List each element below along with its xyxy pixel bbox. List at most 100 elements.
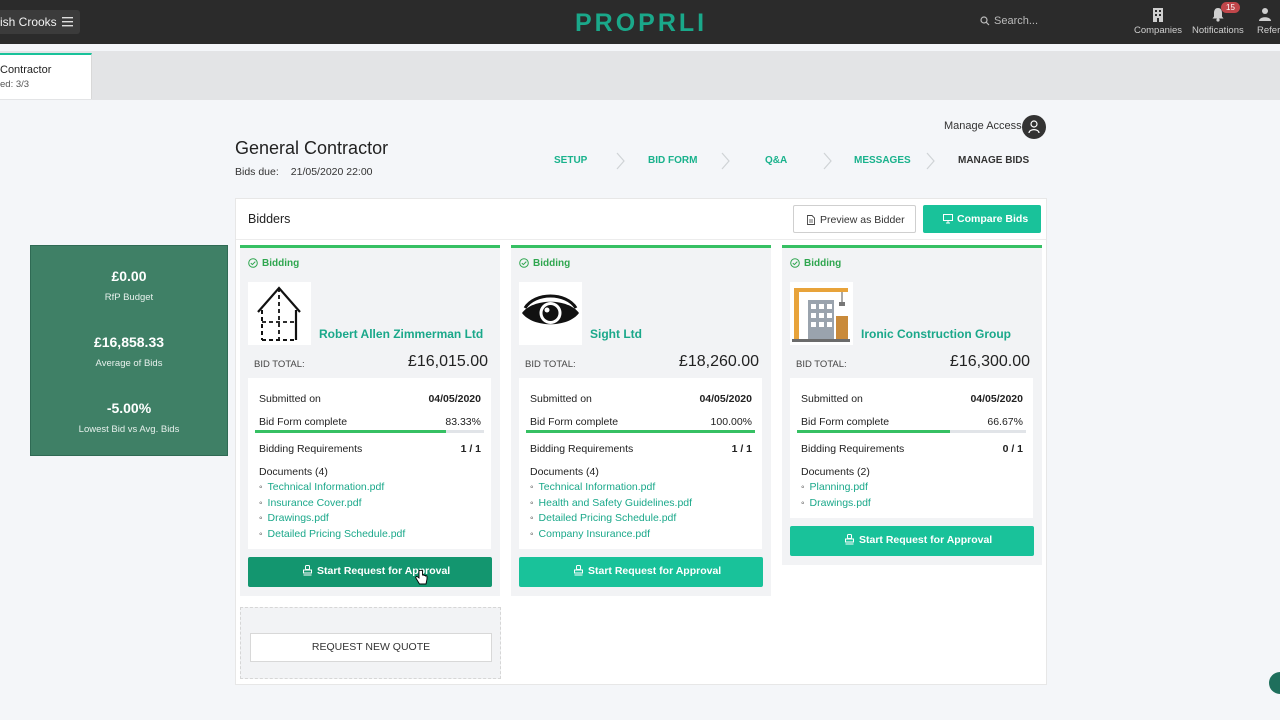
rfp-tab-general-contractor[interactable]: Contractor ed: 3/3 (0, 53, 92, 99)
documents-heading: Documents (4) (530, 466, 599, 478)
documents-heading: Documents (2) (801, 466, 870, 478)
submitted-row: Submitted on 04/05/2020 (801, 393, 1023, 405)
average-of-bids-label: Average of Bids (95, 358, 163, 369)
requirements-label: Bidding Requirements (801, 443, 905, 455)
requirements-value: 1 / 1 (460, 443, 481, 455)
document-link[interactable]: Detailed Pricing Schedule.pdf (530, 512, 677, 524)
bids-due-value: 21/05/2020 22:00 (290, 166, 373, 178)
nav-companies-label: Companies (1134, 25, 1183, 36)
rfp-budget-value: £0.00 (111, 268, 147, 284)
step-setup[interactable]: SETUP (554, 155, 587, 166)
document-link[interactable]: Insurance Cover.pdf (259, 497, 362, 509)
notification-count-badge: 15 (1221, 2, 1240, 13)
page-title: General Contractor (235, 138, 389, 158)
company-name-link[interactable]: Robert Allen Zimmerman Ltd (319, 327, 483, 341)
requirements-row: Bidding Requirements 1 / 1 (259, 443, 481, 455)
hamburger-menu-icon[interactable] (62, 17, 73, 27)
approval-label: Start Request for Approval (588, 565, 722, 577)
document-link[interactable]: Drawings.pdf (801, 497, 871, 509)
document-link[interactable]: Drawings.pdf (259, 512, 329, 524)
bids-due: Bids due: 21/05/2020 22:00 (235, 166, 373, 178)
preview-as-bidder-button[interactable]: Preview as Bidder (793, 205, 916, 233)
bid-form-value: 83.33% (445, 416, 481, 428)
start-request-for-approval-button[interactable]: Start Request for Approval (248, 557, 492, 587)
document-link[interactable]: Health and Safety Guidelines.pdf (530, 497, 693, 509)
document-link[interactable]: Technical Information.pdf (530, 481, 656, 493)
document-link[interactable]: Detailed Pricing Schedule.pdf (259, 528, 406, 540)
bidder-card: Bidding Robert Allen Zimmerman Ltd BID T… (240, 245, 500, 596)
building-icon (1153, 8, 1164, 22)
compare-bids-label: Compare Bids (957, 213, 1029, 225)
project-name: rish Crooks (0, 15, 57, 29)
submitted-row: Submitted on 04/05/2020 (259, 393, 481, 405)
bid-total-label: BID TOTAL: (525, 359, 576, 370)
hand-cursor-icon (415, 570, 428, 585)
manage-access-link[interactable]: Manage Access (944, 120, 1022, 132)
rfp-tab-subtitle: ed: 3/3 (0, 79, 30, 90)
bid-form-label: Bid Form complete (801, 416, 890, 428)
step-bid-form[interactable]: BID FORM (648, 155, 697, 166)
submitted-row: Submitted on 04/05/2020 (530, 393, 752, 405)
document-icon (807, 215, 815, 225)
stamp-icon (574, 565, 583, 576)
document-link[interactable]: Company Insurance.pdf (530, 528, 650, 540)
nav-refer[interactable]: Refer (1257, 7, 1280, 36)
search-icon (980, 16, 990, 26)
bid-total-label: BID TOTAL: (796, 359, 847, 370)
check-circle-icon (519, 258, 529, 268)
help-chat-icon[interactable] (1269, 672, 1280, 694)
bid-form-progress (797, 430, 1026, 433)
bid-form-progress-fill (526, 430, 755, 433)
nav-notifications-label: Notifications (1192, 25, 1244, 36)
average-of-bids-value: £16,858.33 (93, 334, 165, 350)
preview-as-bidder-label: Preview as Bidder (820, 214, 905, 226)
approval-label: Start Request for Approval (317, 565, 451, 577)
company-logo (519, 282, 582, 345)
bid-total-label: BID TOTAL: (254, 359, 305, 370)
company-name-link[interactable]: Sight Ltd (590, 327, 642, 341)
bid-status-label: Bidding (804, 258, 842, 269)
step-qa[interactable]: Q&A (765, 155, 787, 166)
proprli-logo[interactable]: PROPRLI (575, 9, 707, 38)
company-logo (248, 282, 311, 345)
bid-status-label: Bidding (262, 258, 300, 269)
bid-form-label: Bid Form complete (259, 416, 348, 428)
document-link[interactable]: Planning.pdf (801, 481, 868, 493)
requirements-row: Bidding Requirements 1 / 1 (530, 443, 752, 455)
requirements-value: 0 / 1 (1002, 443, 1023, 455)
top-bar: rish Crooks PROPRLI Search... Companies … (0, 0, 1280, 44)
rfp-budget-label: RfP Budget (104, 292, 154, 303)
rfp-tab-title: Contractor (0, 64, 52, 76)
bid-form-row: Bid Form complete 83.33% (259, 416, 481, 428)
compare-bids-button[interactable]: Compare Bids (923, 205, 1041, 233)
nav-companies[interactable]: Companies (1134, 7, 1182, 36)
search-input[interactable]: Search... (994, 15, 1038, 27)
manage-access-avatar[interactable] (1022, 115, 1046, 139)
submitted-label: Submitted on (259, 393, 321, 405)
document-link[interactable]: Technical Information.pdf (259, 481, 385, 493)
company-name-link[interactable]: Ironic Construction Group (861, 327, 1011, 341)
chevron-right-icon (823, 152, 832, 170)
project-selector[interactable]: rish Crooks (0, 10, 80, 34)
bid-status: Bidding (248, 258, 299, 269)
bid-status-label: Bidding (533, 258, 571, 269)
step-manage-bids[interactable]: MANAGE BIDS (958, 155, 1029, 166)
step-messages[interactable]: MESSAGES (854, 155, 911, 166)
compare-icon (943, 214, 953, 224)
user-icon (1259, 8, 1271, 21)
request-new-quote-button[interactable]: REQUEST NEW QUOTE (250, 633, 492, 662)
bid-form-value: 100.00% (710, 416, 752, 428)
stamp-icon (303, 565, 312, 576)
documents-heading: Documents (4) (259, 466, 328, 478)
requirements-row: Bidding Requirements 0 / 1 (801, 443, 1023, 455)
bid-form-progress-fill (797, 430, 950, 433)
start-request-for-approval-button[interactable]: Start Request for Approval (519, 557, 763, 587)
submitted-value: 04/05/2020 (970, 393, 1023, 405)
bid-form-value: 66.67% (987, 416, 1023, 428)
submitted-value: 04/05/2020 (699, 393, 752, 405)
check-circle-icon (790, 258, 800, 268)
start-request-for-approval-button[interactable]: Start Request for Approval (790, 526, 1034, 556)
nav-refer-label: Refer (1257, 25, 1280, 36)
user-icon (1028, 120, 1040, 134)
bid-total-value: £16,300.00 (949, 353, 1030, 370)
